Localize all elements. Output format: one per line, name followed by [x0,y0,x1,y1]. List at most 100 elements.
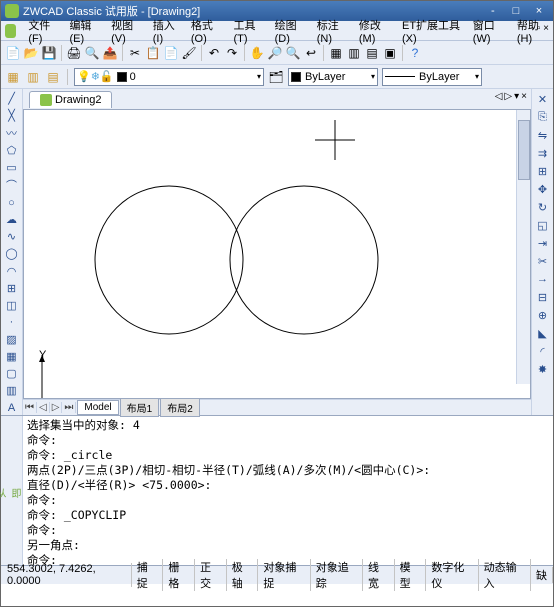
stretch-icon[interactable]: ⇥ [535,235,551,251]
matchprop-icon[interactable]: 🖌 [181,45,197,61]
designcenter-icon[interactable]: ▥ [346,45,362,61]
region-icon[interactable]: ▢ [4,366,20,381]
xline-icon[interactable]: ╳ [4,108,20,123]
ortho-toggle[interactable]: 正交 [195,559,227,591]
trim-icon[interactable]: ✂ [535,253,551,269]
ellipsearc-icon[interactable]: ◠ [4,264,20,279]
toolpalette-icon[interactable]: ▤ [364,45,380,61]
menu-window[interactable]: 窗口(W) [467,15,511,47]
model-tab[interactable]: Model [77,400,118,415]
layermgr-icon[interactable]: ▤ [45,69,61,85]
join-icon[interactable]: ⊕ [535,307,551,323]
tab-close-icon[interactable]: × [521,91,527,102]
print-icon[interactable]: 🖨 [66,45,82,61]
polygon-icon[interactable]: ⬠ [4,143,20,158]
menu-etext[interactable]: ET扩展工具(X) [396,15,467,47]
coords-readout[interactable]: 554.3002, 7.4262, 0.0000 [1,563,132,587]
layerstate-icon[interactable]: 🗂 [268,69,284,85]
copy-icon[interactable]: ⎘ [535,109,551,125]
color-dropdown[interactable]: ByLayer ▾ [288,68,378,86]
menu-draw[interactable]: 绘图(D) [269,15,311,47]
publish-icon[interactable]: 📤 [102,45,118,61]
menu-view[interactable]: 视图(V) [105,15,147,47]
default-toggle[interactable]: 缺 [531,567,553,583]
pan-icon[interactable]: ✋ [249,45,265,61]
layerprev-icon[interactable]: ▥ [25,69,41,85]
circle-icon[interactable]: ○ [4,195,20,210]
fillet-icon[interactable]: ◜ [535,343,551,359]
open-icon[interactable]: 📂 [23,45,39,61]
zoomwin-icon[interactable]: 🔍 [285,45,301,61]
tab-next-icon[interactable]: ▷ [504,91,512,102]
revcloud-icon[interactable]: ☁ [4,212,20,227]
copy-icon[interactable]: 📋 [145,45,161,61]
tab-next-icon[interactable]: ▷ [50,402,63,413]
mdi-buttons[interactable]: - ▫ × [531,23,549,34]
mirror-icon[interactable]: ⇋ [535,127,551,143]
calc-icon[interactable]: ▣ [382,45,398,61]
layout2-tab[interactable]: 布局2 [160,398,200,417]
block-icon[interactable]: ◫ [4,298,20,313]
menu-insert[interactable]: 插入(I) [147,15,185,47]
erase-icon[interactable]: ✕ [535,91,551,107]
zoomprev-icon[interactable]: ↩ [303,45,319,61]
menu-dim[interactable]: 标注(N) [311,15,353,47]
pline-icon[interactable]: 〰 [4,125,20,141]
tab-last-icon[interactable]: ⏭ [62,402,76,413]
break-icon[interactable]: ⊟ [535,289,551,305]
command-window[interactable]: 即从使 选择集当中的对象: 4 命令: 命令: _circle 两点(2P)/三… [1,415,553,565]
dyn-toggle[interactable]: 动态输入 [479,559,531,591]
layeriso-icon[interactable]: ▦ [5,69,21,85]
scale-icon[interactable]: ◱ [535,217,551,233]
osnap-toggle[interactable]: 对象捕捉 [258,559,310,591]
line-icon[interactable]: ╱ [4,91,20,106]
undo-icon[interactable]: ↶ [206,45,222,61]
menu-file[interactable]: 文件(F) [22,15,63,47]
spline-icon[interactable]: ∿ [4,229,20,244]
extend-icon[interactable]: → [535,271,551,287]
arc-icon[interactable]: ⌒ [4,177,20,193]
array-icon[interactable]: ⊞ [535,163,551,179]
new-icon[interactable]: 📄 [5,45,21,61]
model-toggle[interactable]: 模型 [395,559,427,591]
grid-toggle[interactable]: 栅格 [163,559,195,591]
zoomrt-icon[interactable]: 🔎 [267,45,283,61]
tab-prev-icon[interactable]: ◁ [495,91,503,102]
tab-prev-icon[interactable]: ◁ [37,402,50,413]
menu-format[interactable]: 格式(O) [185,15,228,47]
tablet-toggle[interactable]: 数字化仪 [426,559,478,591]
rotate-icon[interactable]: ↻ [535,199,551,215]
text-icon[interactable]: A [4,400,20,415]
snap-toggle[interactable]: 捕捉 [132,559,164,591]
save-icon[interactable]: 💾 [41,45,57,61]
menu-edit[interactable]: 编辑(E) [63,15,105,47]
polar-toggle[interactable]: 极轴 [227,559,259,591]
lwt-toggle[interactable]: 线宽 [363,559,395,591]
move-icon[interactable]: ✥ [535,181,551,197]
chamfer-icon[interactable]: ◣ [535,325,551,341]
drawing-canvas[interactable]: X Y [23,109,531,399]
cut-icon[interactable]: ✂ [127,45,143,61]
help-icon[interactable]: ? [407,45,423,61]
rectangle-icon[interactable]: ▭ [4,160,20,175]
paste-icon[interactable]: 📄 [163,45,179,61]
preview-icon[interactable]: 🔍 [84,45,100,61]
insert-icon[interactable]: ⊞ [4,281,20,296]
hatch-icon[interactable]: ▨ [4,332,20,347]
table-icon[interactable]: ▥ [4,383,20,398]
otrack-toggle[interactable]: 对象追踪 [311,559,363,591]
explode-icon[interactable]: ✸ [535,361,551,377]
point-icon[interactable]: · [4,315,20,330]
menu-modify[interactable]: 修改(M) [353,15,396,47]
tab-list-icon[interactable]: ▾ [514,91,519,102]
redo-icon[interactable]: ↷ [224,45,240,61]
scroll-thumb[interactable] [518,120,530,180]
menu-tools[interactable]: 工具(T) [228,15,269,47]
tab-first-icon[interactable]: ⏮ [23,402,37,413]
vertical-scrollbar[interactable] [516,110,530,384]
doc-tab-drawing2[interactable]: Drawing2 [29,91,112,108]
layer-dropdown[interactable]: 💡 ❄ 🔓 0 ▾ [74,68,264,86]
linetype-dropdown[interactable]: ByLayer ▾ [382,68,482,86]
layout1-tab[interactable]: 布局1 [120,398,160,417]
properties-icon[interactable]: ▦ [328,45,344,61]
